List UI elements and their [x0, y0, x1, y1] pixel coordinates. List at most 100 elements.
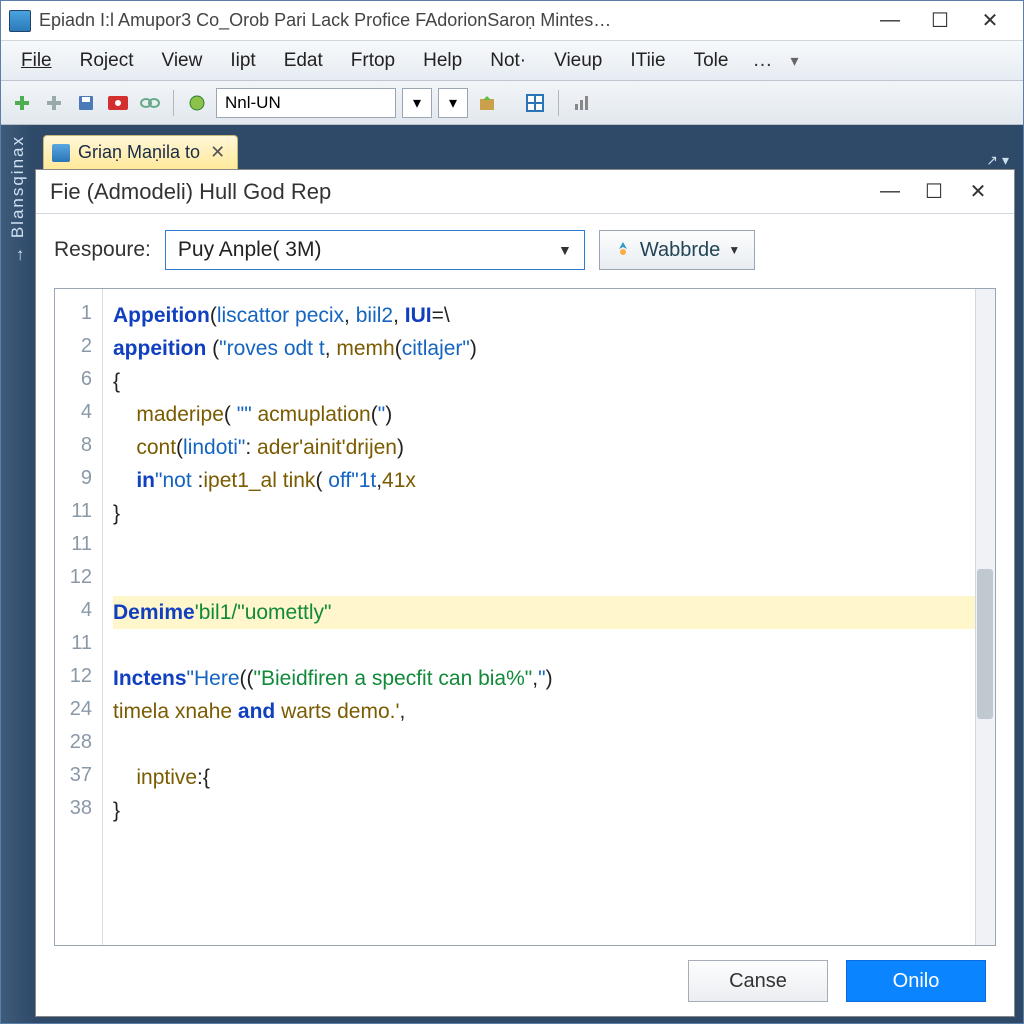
export-icon[interactable]: [474, 90, 500, 116]
tabstrip: Griaṇ Maṇila to ✕ ↗ ▾: [35, 131, 1017, 169]
line-number: 24: [55, 695, 102, 728]
chart-icon[interactable]: [569, 90, 595, 116]
code-line[interactable]: appeition ("roves odt t, memh(citlajer"): [113, 332, 987, 365]
document-tab[interactable]: Griaṇ Maṇila to ✕: [43, 135, 238, 169]
action-dropdown-button[interactable]: Wabbrde ▼: [599, 230, 755, 270]
toolbar-combo[interactable]: Nnl-UN: [216, 88, 396, 118]
record-icon[interactable]: [105, 90, 131, 116]
dialog-minimize-button[interactable]: ―: [868, 174, 912, 210]
line-number: 9: [55, 464, 102, 497]
code-line[interactable]: Appeition(liscattor pecix, biil2, IUI=\: [113, 299, 987, 332]
menubar: File Roject View Iipt Edat Frtop Help No…: [1, 41, 1023, 81]
titlebar: Epiadn I:l Amupor3 Co_Orob Pari Lack Pro…: [1, 1, 1023, 41]
main-area: Griaṇ Maṇila to ✕ ↗ ▾ Fie (Admodeli) Hul…: [35, 125, 1023, 1023]
minimize-button[interactable]: ―: [865, 4, 915, 38]
scrollbar-thumb[interactable]: [977, 569, 993, 719]
code-line[interactable]: inptive:{: [113, 761, 987, 794]
tab-close-icon[interactable]: ✕: [208, 142, 227, 163]
menu-vieup[interactable]: Vieup: [540, 41, 616, 80]
tab-pin-icon[interactable]: ↗: [986, 152, 998, 169]
maximize-button[interactable]: ☐: [915, 4, 965, 38]
line-number: 11: [55, 497, 102, 530]
action-label: Wabbrde: [640, 239, 720, 262]
tab-menu-icon[interactable]: ▾: [1002, 152, 1009, 169]
grid-icon[interactable]: [522, 90, 548, 116]
code-line[interactable]: Inctens"Here(("Bieidfiren a specfit can …: [113, 662, 987, 695]
line-gutter: 1264891111124111224283738: [55, 289, 103, 945]
app-window: Epiadn I:l Amupor3 Co_Orob Pari Lack Pro…: [0, 0, 1024, 1024]
menu-dropdown-icon[interactable]: ▾: [782, 41, 806, 80]
globe-icon[interactable]: [184, 90, 210, 116]
line-number: 12: [55, 563, 102, 596]
window-title: Epiadn I:l Amupor3 Co_Orob Pari Lack Pro…: [39, 10, 865, 31]
resource-value: Puy Anple( 3M): [178, 238, 322, 262]
code-line[interactable]: cont(lindoti": ader'ainit'drijen): [113, 431, 987, 464]
code-line[interactable]: [113, 629, 987, 662]
link-icon[interactable]: [137, 90, 163, 116]
tabstrip-tools: ↗ ▾: [986, 152, 1017, 169]
line-number: 12: [55, 662, 102, 695]
line-number: 38: [55, 794, 102, 827]
dialog-window: Fie (Admodeli) Hull God Rep ― ☐ ✕ Respou…: [35, 169, 1015, 1017]
rocket-icon: [614, 241, 632, 259]
code-line[interactable]: }: [113, 794, 987, 827]
ok-button[interactable]: Onilo: [846, 960, 986, 1002]
line-number: 4: [55, 596, 102, 629]
dialog-title: Fie (Admodeli) Hull God Rep: [50, 179, 868, 205]
code-editor[interactable]: 1264891111124111224283738 Appeition(lisc…: [54, 288, 996, 946]
toolbar-separator: [173, 90, 174, 116]
save-icon[interactable]: [73, 90, 99, 116]
close-button[interactable]: ✕: [965, 4, 1015, 38]
menu-itiie[interactable]: ITiie: [616, 41, 679, 80]
toolbar-combo-value: Nnl-UN: [225, 93, 281, 113]
toolbar-secondary-drop-icon[interactable]: ▾: [438, 88, 468, 118]
chevron-down-icon: ▼: [728, 243, 740, 257]
code-line[interactable]: [113, 530, 987, 563]
code-line[interactable]: maderipe( "" acmuplation("): [113, 398, 987, 431]
dialog-maximize-button[interactable]: ☐: [912, 174, 956, 210]
chevron-down-icon: ▼: [558, 242, 572, 258]
menu-tole[interactable]: Tole: [680, 41, 743, 80]
toolbar-combo-drop-icon[interactable]: ▾: [402, 88, 432, 118]
code-line[interactable]: in"not :ipet1_al tink( off"1t,41x: [113, 464, 987, 497]
menu-edat[interactable]: Edat: [270, 41, 337, 80]
line-number: 4: [55, 398, 102, 431]
resource-select[interactable]: Puy Anple( 3M) ▼: [165, 230, 585, 270]
code-line[interactable]: timela xnahe and warts demo.',: [113, 695, 987, 728]
line-number: 6: [55, 365, 102, 398]
sidebar-panel[interactable]: → Blansqinax: [1, 125, 35, 1023]
line-number: 2: [55, 332, 102, 365]
menu-not[interactable]: Not·: [476, 41, 540, 80]
dialog-footer: Canse Onilo: [36, 946, 1014, 1016]
line-number: 1: [55, 299, 102, 332]
tab-label: Griaṇ Maṇila to: [78, 142, 200, 163]
menu-roject[interactable]: Roject: [66, 41, 148, 80]
app-icon: [9, 10, 31, 32]
dialog-close-button[interactable]: ✕: [956, 174, 1000, 210]
menu-overflow[interactable]: …: [742, 41, 782, 80]
code-line[interactable]: [113, 563, 987, 596]
add-gray-icon[interactable]: [41, 90, 67, 116]
code-line[interactable]: }: [113, 497, 987, 530]
menu-iipt[interactable]: Iipt: [216, 41, 269, 80]
resource-label: Respoure:: [54, 238, 151, 262]
code-line[interactable]: {: [113, 365, 987, 398]
line-number: 8: [55, 431, 102, 464]
tab-file-icon: [52, 144, 70, 162]
menu-view[interactable]: View: [147, 41, 216, 80]
line-number: 11: [55, 530, 102, 563]
code-line[interactable]: Demime'bil1/"uomettly": [113, 596, 987, 629]
dialog-titlebar: Fie (Admodeli) Hull God Rep ― ☐ ✕: [36, 170, 1014, 214]
menu-file[interactable]: File: [7, 41, 66, 80]
line-number: 37: [55, 761, 102, 794]
add-green-icon[interactable]: [9, 90, 35, 116]
menu-help[interactable]: Help: [409, 41, 476, 80]
code-content[interactable]: Appeition(liscattor pecix, biil2, IUI=\a…: [103, 289, 995, 945]
parameters-row: Respoure: Puy Anple( 3M) ▼ Wabbrde ▼: [36, 214, 1014, 280]
vertical-scrollbar[interactable]: [975, 289, 995, 945]
code-line[interactable]: [113, 728, 987, 761]
sidebar-label: → Blansqinax: [8, 135, 28, 264]
toolbar: Nnl-UN ▾ ▾: [1, 81, 1023, 125]
cancel-button[interactable]: Canse: [688, 960, 828, 1002]
menu-frtop[interactable]: Frtop: [337, 41, 409, 80]
